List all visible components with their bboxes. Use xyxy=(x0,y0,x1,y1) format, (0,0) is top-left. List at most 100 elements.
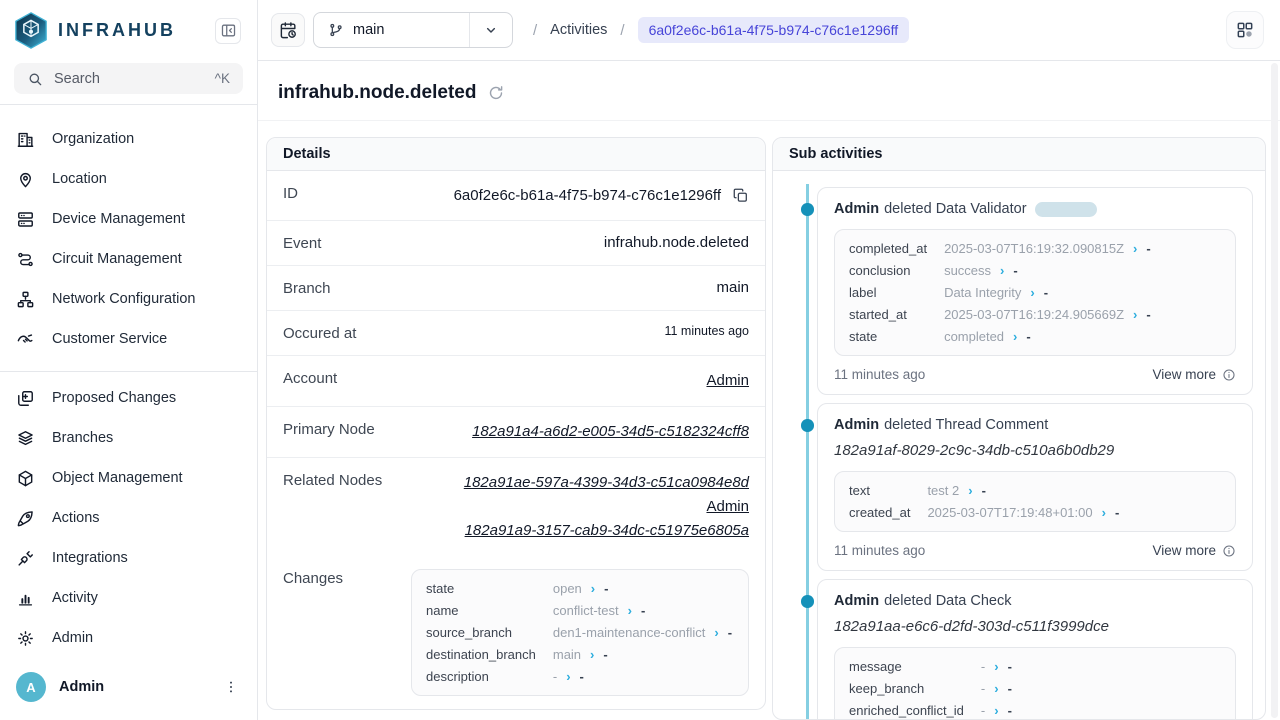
page-header: infrahub.node.deleted xyxy=(258,61,1280,121)
branch-label: main xyxy=(353,22,384,38)
sidebar-collapse-button[interactable] xyxy=(215,18,241,44)
entry-value-text: completed xyxy=(944,329,1004,344)
card-actor: Admin xyxy=(834,201,879,217)
sidebar-item-circuit-management[interactable]: Circuit Management xyxy=(0,239,251,279)
sidebar-menu: OrganizationLocationDevice ManagementCir… xyxy=(0,105,257,660)
view-more-button[interactable]: View more xyxy=(1152,543,1236,558)
sidebar-item-actions[interactable]: Actions xyxy=(0,498,251,538)
diff-icon xyxy=(16,389,35,408)
branch-selector-caret[interactable] xyxy=(469,13,512,47)
entry-value-text: main xyxy=(553,647,581,662)
card-attributes-box: message-›-keep_branch-›-enriched_conflic… xyxy=(834,647,1236,719)
card-node-id: 182a91aa-e6c6-d2fd-303d-c511f3999dce xyxy=(818,618,1252,635)
info-icon xyxy=(1222,368,1236,382)
layers-icon xyxy=(16,429,35,448)
card-attributes-box: completed_at2025-03-07T16:19:32.090815Z›… xyxy=(834,229,1236,356)
infrahub-logo-icon xyxy=(14,12,48,49)
card-action: deleted Data Check xyxy=(884,593,1011,609)
detail-label: Event xyxy=(283,234,321,252)
entry-value: -›- xyxy=(981,681,1221,696)
detail-row-related-nodes: Related Nodes182a91ae-597a-4399-34d3-c51… xyxy=(267,458,765,556)
refresh-button[interactable] xyxy=(487,84,505,102)
loading-placeholder xyxy=(1035,202,1097,217)
entry-value-text: 2025-03-07T16:19:32.090815Z xyxy=(944,241,1124,256)
sidebar-item-customer-service[interactable]: Customer Service xyxy=(0,319,251,359)
entry-value-text: 2025-03-07T17:19:48+01:00 xyxy=(927,505,1092,520)
map-pin-icon xyxy=(16,170,35,189)
breadcrumb-separator: / xyxy=(620,22,624,39)
card-action: deleted Thread Comment xyxy=(884,417,1048,433)
chevron-right-icon: › xyxy=(1133,308,1137,321)
entry-suffix: - xyxy=(603,647,607,662)
bar-chart-icon xyxy=(16,589,35,608)
entry-key: state xyxy=(426,581,536,596)
entry-value: completed›- xyxy=(944,329,1221,344)
server-icon xyxy=(16,210,35,229)
detail-row-event: Eventinfrahub.node.deleted xyxy=(267,221,765,266)
sidebar-item-admin[interactable]: Admin xyxy=(0,618,251,658)
entry-value: -›- xyxy=(553,669,734,684)
entry-value: -›- xyxy=(981,703,1221,718)
view-more-button[interactable]: View more xyxy=(1152,367,1236,382)
node-link[interactable]: 182a91a4-a6d2-e005-34d5-c5182324cff8 xyxy=(472,420,749,444)
copy-icon[interactable] xyxy=(732,187,749,204)
detail-links: 182a91a4-a6d2-e005-34d5-c5182324cff8 xyxy=(472,420,749,444)
info-icon xyxy=(1222,544,1236,558)
sidebar-item-activity[interactable]: Activity xyxy=(0,578,251,618)
detail-row-changes: Changes stateopen›-nameconflict-test›-so… xyxy=(267,556,765,709)
detail-value: main xyxy=(716,279,749,296)
node-link[interactable]: 182a91ae-597a-4399-34d3-c51ca0984e8d xyxy=(464,471,749,495)
card-footer: 11 minutes agoView more xyxy=(818,356,1252,394)
sidebar-item-location[interactable]: Location xyxy=(0,159,251,199)
sidebar-item-object-management[interactable]: Object Management xyxy=(0,458,251,498)
scrollbar[interactable] xyxy=(1271,63,1278,718)
sidebar-item-organization[interactable]: Organization xyxy=(0,119,251,159)
sidebar-item-device-management[interactable]: Device Management xyxy=(0,199,251,239)
card-title: Admindeleted Data Check xyxy=(818,593,1252,609)
entry-key: started_at xyxy=(849,307,927,322)
search-placeholder: Search xyxy=(54,71,204,87)
node-link[interactable]: Admin xyxy=(464,495,749,519)
avatar[interactable]: A xyxy=(16,672,46,702)
entry-key: source_branch xyxy=(426,625,536,640)
sidebar-item-label: Admin xyxy=(52,630,93,646)
logo-text: INFRAHUB xyxy=(58,20,205,41)
chevron-right-icon: › xyxy=(968,484,972,497)
user-menu-button[interactable] xyxy=(223,679,239,695)
breadcrumb-activity-id[interactable]: 6a0f2e6c-b61a-4f75-b974-c76c1e1296ff xyxy=(638,17,910,43)
card-timestamp: 11 minutes ago xyxy=(834,543,925,558)
entry-value: open›- xyxy=(553,581,734,596)
entry-value: 2025-03-07T16:19:24.905669Z›- xyxy=(944,307,1221,322)
node-link[interactable]: Admin xyxy=(706,369,749,393)
entry-value: 2025-03-07T16:19:32.090815Z›- xyxy=(944,241,1221,256)
sidebar-item-network-configuration[interactable]: Network Configuration xyxy=(0,279,251,319)
chevron-right-icon: › xyxy=(628,604,632,617)
sidebar-item-integrations[interactable]: Integrations xyxy=(0,538,251,578)
breadcrumb-activities[interactable]: Activities xyxy=(550,22,607,38)
sidebar-item-proposed-changes[interactable]: Proposed Changes xyxy=(0,378,251,418)
sidebar-item-label: Network Configuration xyxy=(52,291,195,307)
detail-label: Occured at xyxy=(283,324,356,342)
sub-activities-header: Sub activities xyxy=(773,138,1265,171)
entry-suffix: - xyxy=(1026,329,1030,344)
entry-suffix: - xyxy=(1008,659,1012,674)
entry-suffix: - xyxy=(1013,263,1017,278)
entry-key: message xyxy=(849,659,964,674)
sub-activities-panel: Sub activities Admindeleted Data Validat… xyxy=(772,137,1266,720)
search-shortcut: ^K xyxy=(215,71,230,86)
search-input[interactable]: Search ^K xyxy=(14,63,243,94)
node-link[interactable]: 182a91a9-3157-cab9-34dc-c51975e6805a xyxy=(464,519,749,543)
card-attributes-box: texttest 2›-created_at2025-03-07T17:19:4… xyxy=(834,471,1236,532)
chevron-right-icon: › xyxy=(566,670,570,683)
branch-selector[interactable]: main xyxy=(313,12,513,48)
sidebar-item-label: Integrations xyxy=(52,550,128,566)
entry-value-text: test 2 xyxy=(927,483,959,498)
sidebar-item-label: Customer Service xyxy=(52,331,167,347)
sidebar-item-branches[interactable]: Branches xyxy=(0,418,251,458)
entry-value-text: open xyxy=(553,581,582,596)
entry-value: success›- xyxy=(944,263,1221,278)
entry-suffix: - xyxy=(1044,285,1048,300)
components-button[interactable] xyxy=(1226,11,1264,49)
date-picker-button[interactable] xyxy=(271,13,305,47)
sub-activity-card: Admindeleted Data Validatorcompleted_at2… xyxy=(817,187,1253,395)
